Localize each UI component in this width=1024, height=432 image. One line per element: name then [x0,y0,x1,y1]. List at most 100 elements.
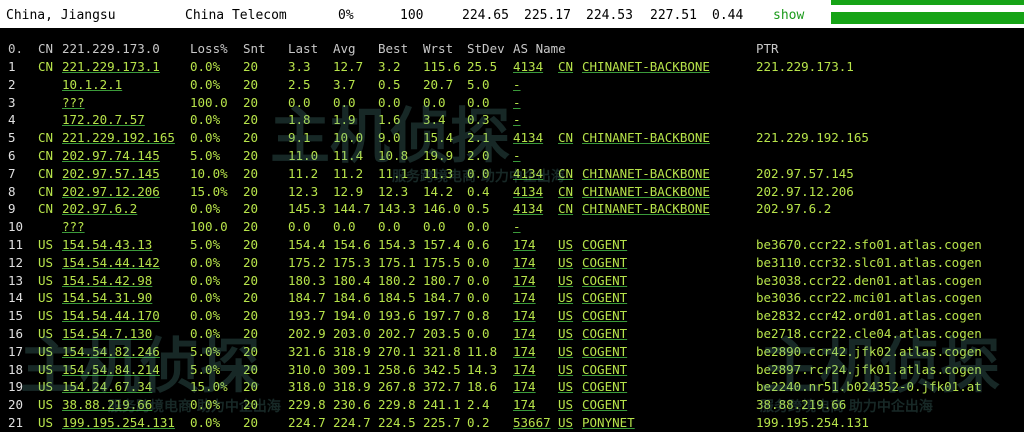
hop-loss: 0.0% [190,130,221,146]
hop-avg: 144.7 [333,201,371,217]
hop-asn: - [513,112,521,128]
hop-ptr: be3038.ccr22.den01.atlas.cogen [756,272,982,288]
hop-asn: 174 [513,361,536,377]
hop-best: 143.3 [378,201,416,217]
hop-best: 180.2 [378,272,416,288]
hop-best: 267.8 [378,379,416,395]
hop-host: 221.229.173.1 [62,59,160,74]
hop-idx: 18 [8,361,24,377]
hop-asn: 174 [513,326,536,341]
hop-row: 5 CN 221.229.192.165 0.0% 20 9.1 10.0 9.0 15.4 2.… [0,129,1024,147]
hop-row: 14 US 154.54.31.90 0.0% 20 184.7 184.6 184.5 184… [0,289,1024,307]
hop-ascc: US [558,308,574,324]
hop-cc: CN [38,148,54,163]
hop-avg: 0.0 [333,219,356,235]
hop-asname: COGENT [582,379,628,395]
hop-last: 229.8 [288,397,326,413]
hop-snt: 20 [243,201,259,217]
hop-row: 9 CN 202.97.6.2 0.0% 20 145.3 144.7 143.3 146.0 0… [0,200,1024,218]
hop-best: 184.5 [378,290,416,306]
header-stdev: StDev [467,41,505,56]
hop-row: 13 US 154.54.42.98 0.0% 20 180.3 180.4 180.2 180… [0,272,1024,290]
hop-best: 9.0 [378,130,401,146]
hop-idx: 6 [8,148,16,163]
hop-asname: PONYNET [582,415,635,430]
hop-idx: 5 [8,130,16,146]
hop-stdev: 0.0 [467,326,490,341]
hop-ptr: be2890.ccr42.jfk02.atlas.cogen [756,343,982,359]
hop-best: 258.6 [378,361,416,377]
hop-idx: 13 [8,272,24,288]
mtr-terminal: 0. CN 221.229.173.0 Loss% Snt Last Avg B… [0,28,1024,432]
hop-best: 270.1 [378,343,416,359]
hop-asn: - [513,148,521,163]
hop-idx: 16 [8,326,24,341]
hop-ascc: CN [558,59,574,74]
hop-stdev: 2.4 [467,397,490,413]
hop-cc: US [38,237,54,252]
hop-snt: 20 [243,183,259,199]
hop-ptr: be2832.ccr42.ord01.atlas.cogen [756,308,982,324]
hop-stdev: 0.0 [467,272,490,288]
hop-loss: 10.0% [190,165,228,181]
hop-host: 154.24.67.34 [62,379,153,395]
hop-last: 321.6 [288,343,326,359]
hop-ascc: US [558,379,574,395]
hop-best: 0.0 [378,94,401,110]
summary-worst: 227.51 [650,8,697,23]
hop-ascc: CN [558,201,574,217]
header-wrst: Wrst [423,41,454,56]
show-link[interactable]: show [773,8,804,23]
hop-stdev: 14.3 [467,361,498,377]
hop-cc: US [38,326,54,341]
hop-snt: 20 [243,237,259,252]
hop-avg: 203.0 [333,326,371,341]
hop-wrst: 20.7 [423,76,454,92]
hop-asn: 174 [513,397,536,413]
hop-loss: 100.0 [190,94,228,110]
hop-best: 0.5 [378,76,401,92]
hop-idx: 4 [8,112,16,128]
hop-row: 16 US 154.54.7.130 0.0% 20 202.9 203.0 202.7 203… [0,325,1024,343]
hop-asn: 174 [513,254,536,270]
hop-loss: 0.0% [190,415,221,430]
hop-ptr: be3110.ccr32.slc01.atlas.cogen [756,254,982,270]
hop-host: 154.54.44.170 [62,308,160,324]
header-loss: Loss% [190,41,228,56]
hop-asn: 174 [513,237,536,252]
hop-snt: 20 [243,326,259,341]
hop-stdev: 18.6 [467,379,498,395]
hop-loss: 0.0% [190,112,221,128]
hop-last: 184.7 [288,290,326,306]
hop-ascc: CN [558,183,574,199]
hop-cc: US [38,290,54,306]
hop-idx: 17 [8,343,24,359]
hop-stdev: 0.2 [467,415,490,430]
hop-ascc: CN [558,130,574,146]
summary-bar: China, Jiangsu China Telecom 0% 100 224.… [0,0,1024,28]
hop-row: 20 US 38.88.219.66 0.0% 20 229.8 230.6 229.8 241… [0,396,1024,414]
hop-ptr: 202.97.57.145 [756,165,854,181]
hop-idx: 20 [8,397,24,413]
hop-snt: 20 [243,165,259,181]
hop-asn: - [513,76,521,92]
header-host: 221.229.173.0 [62,41,160,56]
hop-loss: 15.0% [190,183,228,199]
hop-ptr: be2718.ccr22.cle04.atlas.cogen [756,326,982,341]
hop-last: 11.0 [288,148,319,163]
hop-snt: 20 [243,130,259,146]
hop-ascc: US [558,237,574,252]
hop-asn: 4134 [513,201,544,217]
hop-wrst: 184.7 [423,290,461,306]
hop-ptr: be2897.rcr24.jfk01.atlas.cogen [756,361,982,377]
hop-row: 21 US 199.195.254.131 0.0% 20 224.7 224.7 224.5… [0,414,1024,432]
hop-last: 180.3 [288,272,326,288]
hop-cc: US [38,254,54,270]
hop-wrst: 342.5 [423,361,461,377]
hop-ptr: 38.88.219.66 [756,397,847,413]
hop-idx: 9 [8,201,16,217]
hop-snt: 20 [243,94,259,110]
hop-loss: 5.0% [190,237,221,252]
hop-best: 1.6 [378,112,401,128]
hop-loss: 0.0% [190,76,221,92]
